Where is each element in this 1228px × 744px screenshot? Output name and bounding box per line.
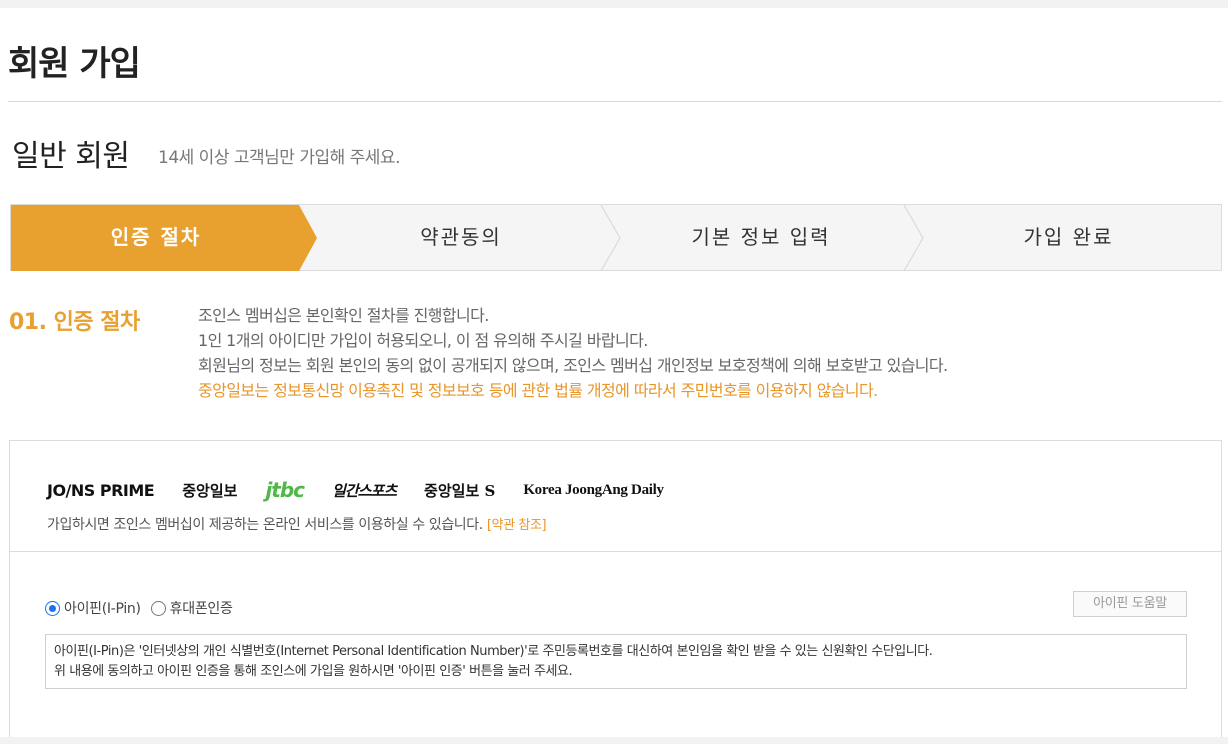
member-type-heading: 일반 회원 — [12, 139, 130, 174]
step-complete: 가입 완료 — [1023, 225, 1114, 249]
step-basic-info: 기본 정보 입력 — [691, 225, 831, 249]
ipin-description-box: 아이핀(I-Pin)은 '인터넷상의 개인 식별번호(Internet Pers… — [45, 634, 1187, 689]
step-verification: 인증 절차 — [110, 225, 202, 249]
info-line: 1인 1개의 아이디만 가입이 허용되오니, 이 점 유의해 주시길 바랍니다. — [198, 331, 648, 350]
phone-radio-label[interactable]: 휴대폰인증 — [170, 598, 233, 618]
joongang-s-logo: 중앙일보 S — [424, 481, 496, 500]
page-title: 회원 가입 — [8, 44, 141, 84]
service-description: 가입하시면 조인스 멤버십이 제공하는 온라인 서비스를 이용하실 수 있습니다… — [47, 514, 547, 534]
service-text: 가입하시면 조인스 멤버십이 제공하는 온라인 서비스를 이용하실 수 있습니다… — [47, 517, 483, 533]
ipin-description-line: 위 내용에 동의하고 아이핀 인증을 통해 조인스에 가입을 원하시면 '아이핀… — [54, 664, 573, 679]
phone-radio[interactable] — [150, 600, 166, 616]
auth-method-options: 아이핀(I-Pin) 휴대폰인증 — [45, 598, 243, 618]
terms-link[interactable]: [약관 참조] — [487, 518, 547, 533]
bottom-strip — [0, 737, 1228, 744]
ipin-help-button[interactable]: 아이핀 도움말 — [1073, 591, 1187, 617]
info-line: 회원님의 정보는 회원 본인의 동의 없이 공개되지 않으며, 조인스 멤버십 … — [198, 356, 948, 375]
top-strip — [0, 0, 1228, 8]
joins-prime-logo: JO/NS PRIME — [47, 480, 155, 500]
verification-box: JO/NS PRIME 중앙일보 jtbc 일간스포츠 중앙일보 S Korea… — [9, 440, 1222, 744]
ipin-description-line: 아이핀(I-Pin)은 '인터넷상의 개인 식별번호(Internet Pers… — [54, 644, 933, 659]
verification-info: 조인스 멤버십은 본인확인 절차를 진행합니다. 1인 1개의 아이디만 가입이… — [198, 303, 948, 403]
jtbc-logo: jtbc — [265, 478, 305, 502]
joongang-ilbo-logo: 중앙일보 — [182, 481, 238, 500]
ipin-radio-label[interactable]: 아이핀(I-Pin) — [64, 598, 141, 618]
korea-joongang-daily-logo: Korea JoongAng Daily — [523, 481, 664, 498]
signup-steps: 인증 절차 약관동의 기본 정보 입력 가입 완료 — [10, 204, 1222, 272]
box-divider — [10, 551, 1221, 552]
section-title: 01. 인증 절차 — [9, 310, 140, 335]
step-terms: 약관동의 — [420, 225, 502, 249]
service-logos: JO/NS PRIME 중앙일보 jtbc 일간스포츠 중앙일보 S Korea… — [47, 478, 692, 502]
ilgan-sports-logo: 일간스포츠 — [332, 481, 397, 500]
ipin-radio[interactable] — [45, 600, 60, 616]
member-type-description: 14세 이상 고객님만 가입해 주세요. — [158, 148, 400, 168]
info-line: 조인스 멤버십은 본인확인 절차를 진행합니다. — [198, 306, 489, 325]
info-warning: 중앙일보는 정보통신망 이용촉진 및 정보보호 등에 관한 법률 개정에 따라서… — [198, 381, 878, 400]
title-divider — [8, 101, 1222, 102]
